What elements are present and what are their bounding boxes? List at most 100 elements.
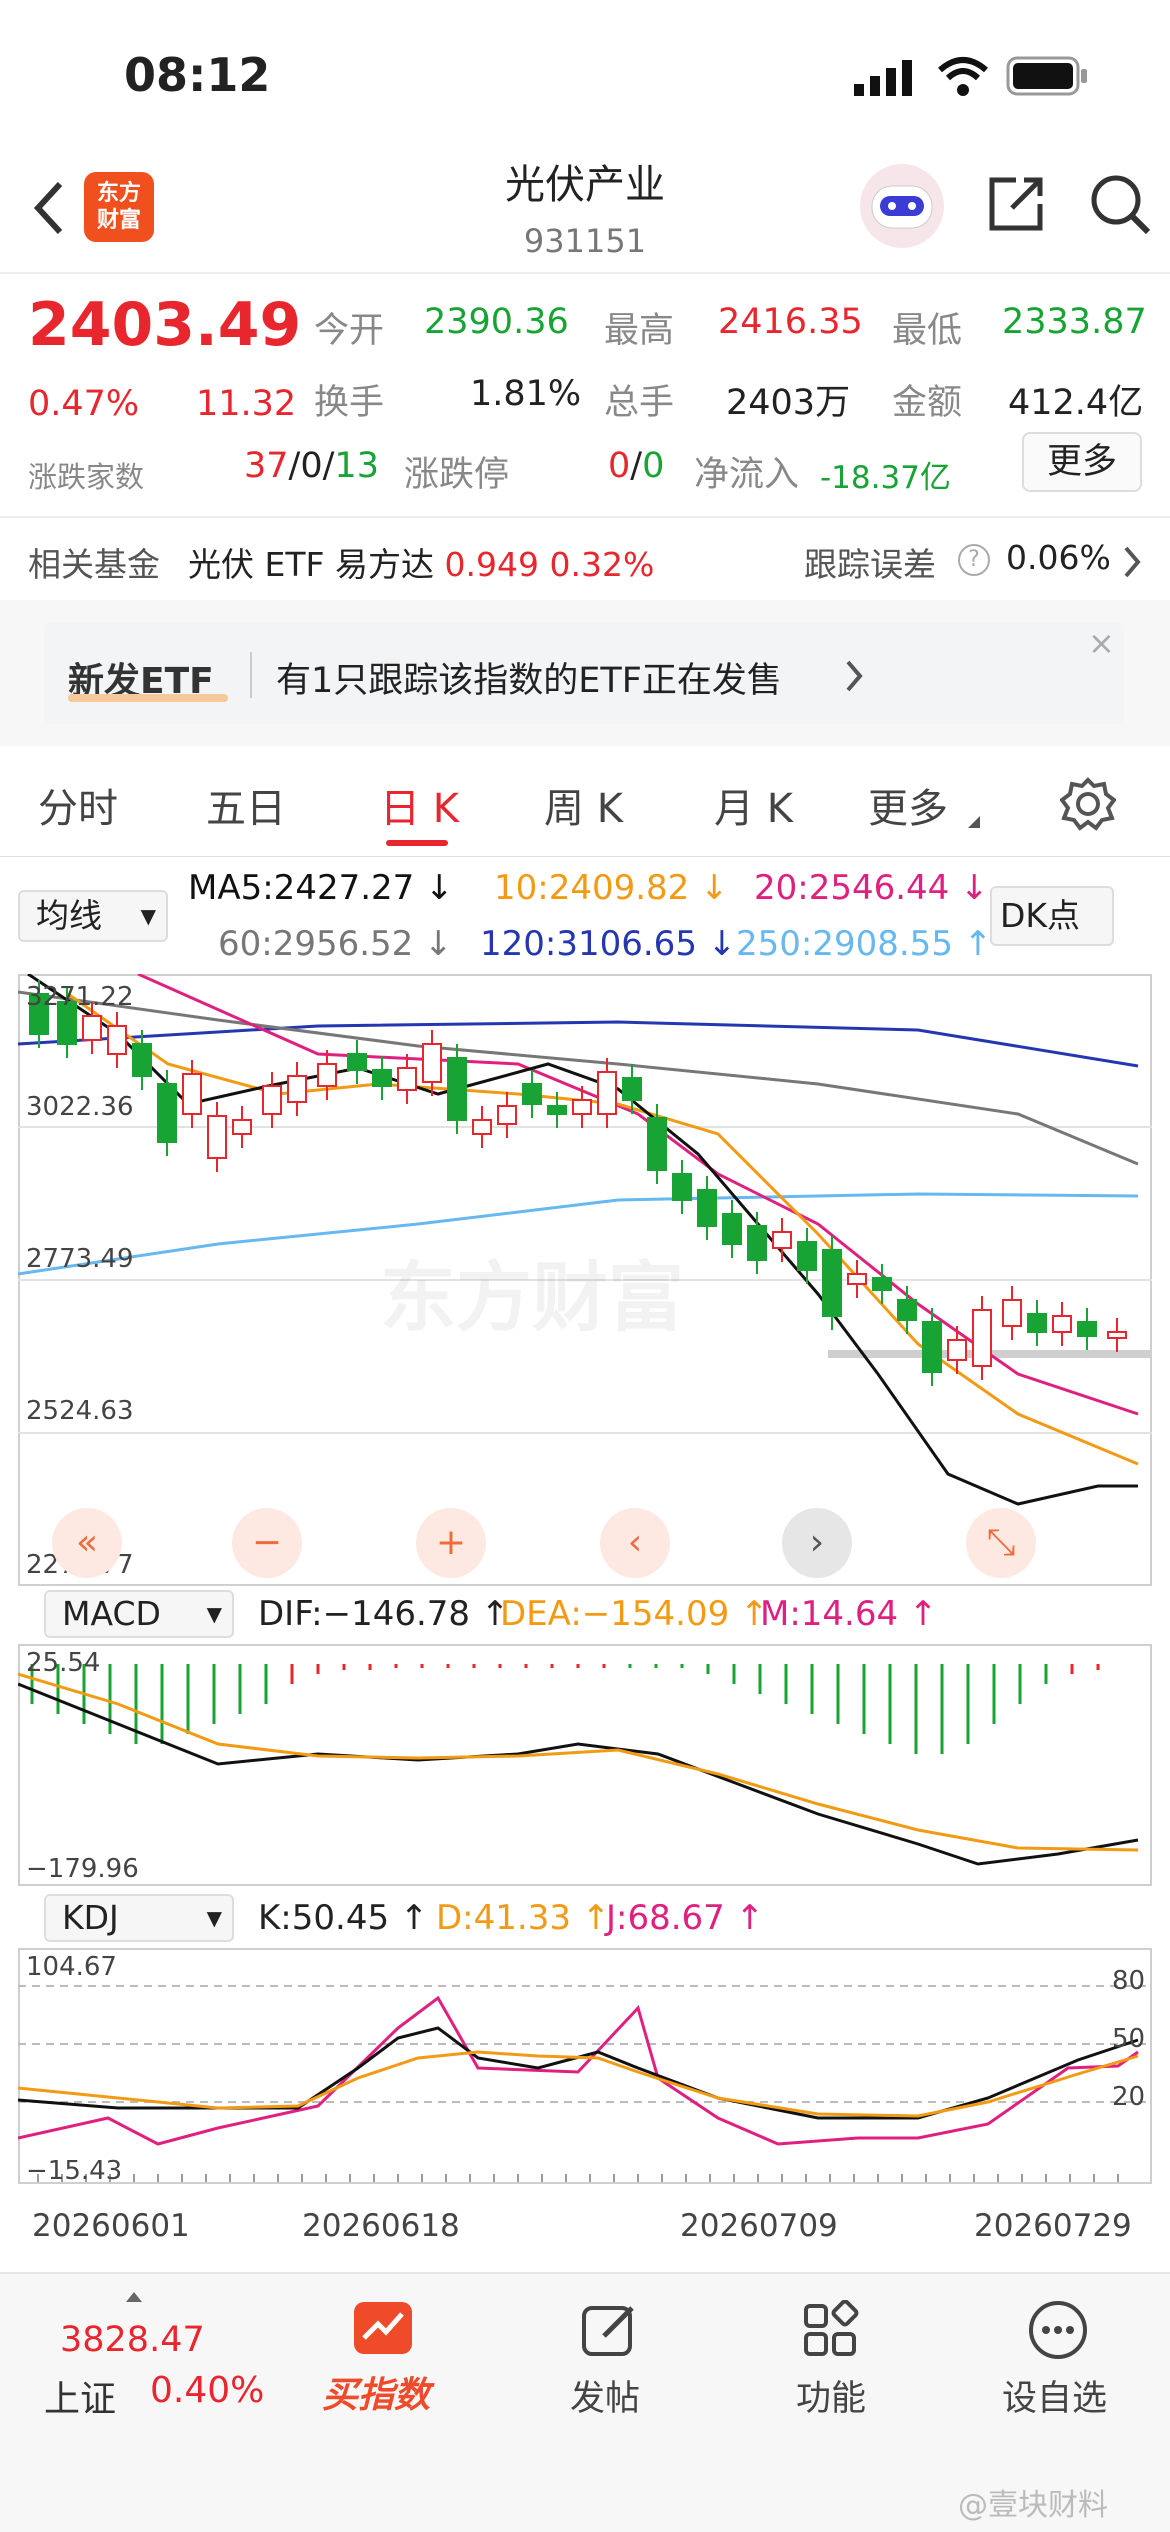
watchlist-dots-icon[interactable]: [1026, 2298, 1090, 2362]
candle: [822, 1249, 842, 1317]
candle: [207, 1115, 227, 1159]
limit-label: 涨跌停: [404, 455, 510, 495]
post-button[interactable]: 发帖: [570, 2370, 640, 2421]
candle: [1052, 1315, 1072, 1333]
related-fund[interactable]: 光伏 ETF 易方达 0.949 0.32%: [188, 538, 654, 586]
tab-more[interactable]: 更多: [868, 776, 948, 834]
candle: [572, 1099, 592, 1115]
kdj-j: J:68.67 ↑: [606, 1898, 765, 1938]
candle: [872, 1277, 892, 1291]
candle: [772, 1231, 792, 1249]
kdj-level-label: 50: [1112, 2024, 1146, 2054]
tab-monthly-k[interactable]: 月 K: [714, 776, 793, 834]
battery-icon: [1006, 56, 1087, 96]
tracking-error-value: 0.06%: [1006, 538, 1111, 577]
buy-index-button[interactable]: 买指数: [322, 2366, 430, 2418]
ma250-value: 250:2908.55 ↑: [736, 924, 993, 964]
tab-intraday[interactable]: 分时: [38, 776, 118, 834]
netflow-value: -18.37亿: [820, 460, 951, 496]
ma5-value: MA5:2427.27 ↓: [188, 868, 454, 908]
kdj-k: K:50.45 ↑: [258, 1898, 429, 1938]
candle: [897, 1299, 917, 1321]
candle: [1077, 1321, 1097, 1337]
candle: [317, 1063, 337, 1087]
tab-weekly-k[interactable]: 周 K: [544, 776, 623, 834]
watermark: 东方财富: [380, 1253, 684, 1342]
candle: [82, 1015, 102, 1041]
status-time: 08:12: [124, 48, 271, 102]
related-fund-label: 相关基金: [28, 545, 160, 584]
limit-counts: 0/0: [608, 446, 665, 486]
candle: [1002, 1299, 1022, 1327]
more-button[interactable]: 更多: [1022, 432, 1142, 492]
ma20-value: 20:2546.44 ↓: [754, 868, 989, 908]
scroll-right-button[interactable]: ›: [782, 1508, 852, 1578]
candle: [547, 1105, 567, 1115]
kdj-d: D:41.33 ↑: [436, 1898, 611, 1938]
change-amount: 11.32: [196, 384, 297, 424]
share-icon[interactable]: [984, 172, 1048, 236]
indicator-selector-ma[interactable]: 均线 ▼: [18, 890, 168, 942]
kline-axis-label: 3022.36: [26, 1092, 134, 1122]
candle: [922, 1321, 942, 1373]
tab-daily-k[interactable]: 日 K: [380, 776, 459, 834]
macd-dif: DIF:−146.78 ↑: [258, 1594, 510, 1634]
scroll-left-fast-button[interactable]: «: [52, 1508, 122, 1578]
macd-chart[interactable]: [18, 1644, 1152, 1886]
candle: [347, 1053, 367, 1071]
macd-dea: DEA:−154.09 ↑: [500, 1594, 769, 1634]
macd-m: M:14.64 ↑: [760, 1594, 938, 1634]
kdj-chart[interactable]: [18, 1948, 1152, 2184]
help-icon[interactable]: ?: [958, 544, 990, 576]
candle: [472, 1119, 492, 1135]
turnover-label: 换手: [314, 383, 385, 423]
indicator-selector-kdj[interactable]: KDJ ▼: [44, 1894, 234, 1942]
candle: [372, 1069, 392, 1087]
open-label: 今开: [314, 311, 385, 351]
kdj-level-label: 80: [1112, 1966, 1146, 1996]
open-value: 2390.36: [424, 302, 569, 342]
active-tab-indicator: [386, 840, 448, 846]
buy-index-icon[interactable]: [352, 2300, 414, 2356]
candle: [107, 1025, 127, 1055]
kline-axis-label: 3271.22: [26, 982, 134, 1012]
chevron-right-icon[interactable]: [1120, 544, 1144, 580]
search-icon[interactable]: [1088, 172, 1152, 236]
sh-index-name[interactable]: 上证: [44, 2370, 116, 2422]
post-edit-icon[interactable]: [578, 2300, 640, 2362]
candle: [232, 1119, 252, 1135]
macd-axis-label: 25.54: [26, 1648, 101, 1678]
candle: [262, 1085, 282, 1115]
weibo-watermark: @壹块财料: [958, 2488, 1108, 2523]
candle: [1027, 1313, 1047, 1333]
low-value: 2333.87: [1002, 302, 1147, 342]
robot-assistant-icon[interactable]: [854, 160, 950, 250]
indicator-selector-macd[interactable]: MACD ▼: [44, 1590, 234, 1638]
dk-point-button[interactable]: DK点: [990, 886, 1114, 946]
tab-five-day[interactable]: 五日: [206, 776, 286, 834]
signal-icon: [854, 60, 912, 96]
add-watchlist-button[interactable]: 设自选: [1002, 2370, 1107, 2421]
candle: [947, 1339, 967, 1361]
settings-gear-icon[interactable]: [1060, 776, 1116, 832]
candle: [972, 1309, 992, 1367]
dea-line: [18, 1672, 1139, 1852]
sh-index-value[interactable]: 3828.47: [60, 2320, 205, 2360]
scroll-left-button[interactable]: ‹: [600, 1508, 670, 1578]
change-percent: 0.47%: [28, 384, 140, 424]
function-grid-icon[interactable]: [800, 2300, 862, 2362]
candle: [397, 1067, 417, 1091]
updown-label: 涨跌家数: [28, 460, 145, 494]
d-line: [18, 2050, 1139, 2118]
zoom-out-button[interactable]: −: [232, 1508, 302, 1578]
zoom-in-button[interactable]: +: [416, 1508, 486, 1578]
function-button[interactable]: 功能: [796, 2370, 866, 2421]
ma120-value: 120:3106.65 ↓: [480, 924, 737, 964]
fullscreen-button[interactable]: ⤡: [966, 1508, 1036, 1578]
ma60-value: 60:2956.52 ↓: [218, 924, 453, 964]
candle: [697, 1189, 717, 1227]
close-icon[interactable]: ×: [1088, 624, 1115, 662]
date-label: 20260709: [680, 2208, 838, 2244]
sh-index-pct[interactable]: 0.40%: [150, 2370, 264, 2411]
up-triangle-icon: [126, 2292, 142, 2302]
